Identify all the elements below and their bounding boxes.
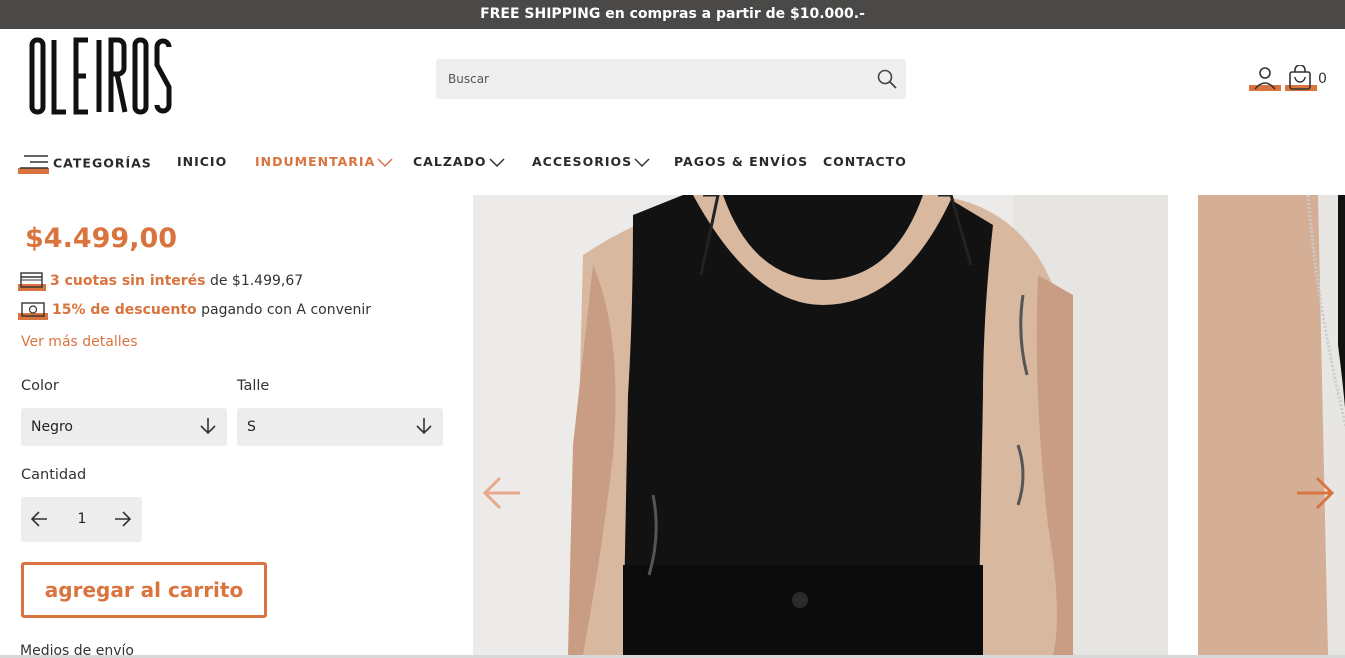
arrow-left-icon[interactable] [30,510,48,528]
more-details-link[interactable]: Ver más detalles [21,334,138,350]
chevron-down-icon [489,157,505,167]
cash-icon [18,302,48,320]
size-label: Talle [237,378,270,394]
menu-icon [18,155,49,174]
search-bar [436,59,906,99]
product-details: $4.499,00 3 cuotas sin interés de $1.499… [0,195,470,658]
color-select-value: Negro [31,419,73,435]
search-icon[interactable] [877,69,897,89]
user-icon[interactable] [1249,65,1281,93]
credit-card-icon [18,272,46,291]
nav-pagos-envios[interactable]: PAGOS & ENVÍOS [674,154,808,169]
installments-amount: de $1.499,67 [205,273,304,289]
product-gallery [473,195,1345,655]
chevron-down-icon [377,157,393,167]
nav-categories[interactable]: CATEGORÍAS [18,154,152,174]
product-image-main[interactable] [473,195,1168,655]
product-photo [473,195,1168,655]
installments-highlight: 3 cuotas sin interés [50,273,206,289]
arrow-down-icon [416,418,432,435]
installments-info: 3 cuotas sin interés de $1.499,67 [18,271,303,291]
chevron-down-icon [634,157,650,167]
add-to-cart-button[interactable]: agregar al carrito [21,562,267,618]
shopping-bag-icon[interactable] [1285,65,1317,93]
brand-logo[interactable] [28,35,173,115]
arrow-right-icon[interactable] [114,510,132,528]
nav-indumentaria[interactable]: INDUMENTARIA [255,154,393,169]
site-header: 0 CATEGORÍAS INICIO INDUMENTARIA CALZADO… [0,29,1345,195]
size-select-value: S [247,419,256,435]
size-select[interactable]: S [237,408,443,446]
search-input[interactable] [436,59,866,99]
discount-info: 15% de descuento pagando con A convenir [18,300,371,320]
quantity-label: Cantidad [21,467,87,483]
nav-indumentaria-label: INDUMENTARIA [255,154,376,169]
color-select[interactable]: Negro [21,408,227,446]
discount-method: pagando con A convenir [196,302,371,318]
promo-bar: FREE SHIPPING en compras a partir de $10… [0,0,1345,29]
product-photo-secondary [1198,195,1345,655]
nav-calzado[interactable]: CALZADO [413,154,505,169]
nav-contacto[interactable]: CONTACTO [823,154,907,169]
nav-accesorios[interactable]: ACCESORIOS [532,154,650,169]
previous-image-arrow[interactable] [482,475,522,511]
nav-categories-label: CATEGORÍAS [53,155,152,171]
color-label: Color [21,378,59,394]
discount-highlight: 15% de descuento [52,302,197,318]
arrow-down-icon [200,418,216,435]
main-nav: CATEGORÍAS INICIO INDUMENTARIA CALZADO A… [0,147,1000,177]
nav-calzado-label: CALZADO [413,154,487,169]
nav-accesorios-label: ACCESORIOS [532,154,633,169]
cart-count: 0 [1318,71,1327,87]
next-image-arrow[interactable] [1295,475,1335,511]
quantity-value[interactable]: 1 [77,511,87,527]
product-price: $4.499,00 [25,223,178,254]
quantity-stepper: 1 [21,497,142,542]
product-image-next[interactable] [1198,195,1345,655]
nav-inicio[interactable]: INICIO [177,154,227,169]
